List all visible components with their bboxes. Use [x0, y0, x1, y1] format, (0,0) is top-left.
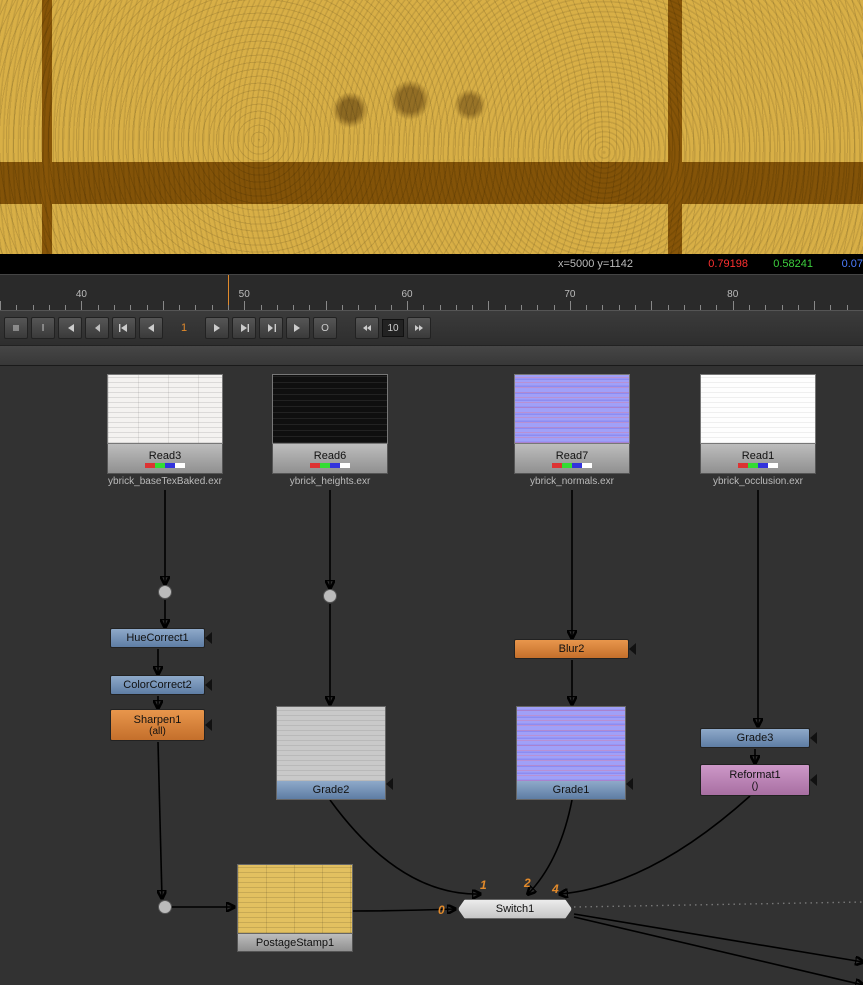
options-menu[interactable] — [4, 317, 28, 339]
node-thumb — [237, 864, 353, 934]
node-sublabel: () — [752, 781, 759, 792]
mask-input-icon[interactable] — [205, 632, 212, 644]
next-key-button[interactable] — [259, 317, 283, 339]
timeline[interactable]: 40 50 60 70 80 — [0, 274, 863, 310]
sharpen-node[interactable]: Sharpen1(all) — [110, 709, 205, 741]
pixel-r: 0.79198 — [708, 254, 748, 274]
viewer-info-bar: x=5000 y=1142 0.79198 0.58241 0.07 — [0, 254, 863, 274]
node-label: Sharpen1 — [134, 714, 182, 726]
node-thumb — [272, 374, 388, 444]
tick-label: 80 — [727, 289, 738, 300]
tick-label: 60 — [402, 289, 413, 300]
current-frame[interactable]: 1 — [166, 322, 202, 334]
node-thumb — [277, 707, 385, 781]
play-button[interactable] — [205, 317, 229, 339]
viewer-panel[interactable] — [0, 0, 863, 254]
play-back-button[interactable] — [139, 317, 163, 339]
skip-fwd-button[interactable] — [407, 317, 431, 339]
switch-port-label: 1 — [480, 878, 487, 892]
tick-label: 50 — [239, 289, 250, 300]
node-label: Blur2 — [559, 643, 585, 655]
read-node[interactable]: Read1 ybrick_occlusion.exr — [700, 374, 816, 487]
node-label: Switch1 — [496, 903, 535, 915]
node-label: Grade3 — [737, 732, 774, 744]
grade1-node[interactable]: Grade1 — [516, 706, 626, 800]
switch-port-label: 2 — [524, 876, 531, 890]
skip-back-button[interactable] — [355, 317, 379, 339]
node-label: Read1 — [742, 450, 774, 462]
grade2-node[interactable]: Grade2 — [276, 706, 386, 800]
huecorrect-node[interactable]: HueCorrect1 — [110, 628, 205, 648]
dot-node[interactable] — [324, 590, 337, 603]
node-label: Read6 — [314, 450, 346, 462]
dot-node[interactable] — [159, 586, 172, 599]
mask-input-icon[interactable] — [626, 778, 633, 790]
switch-port-label: 0 — [438, 903, 445, 917]
tick-label: 70 — [564, 289, 575, 300]
switch-port-label: 4 — [552, 882, 559, 896]
inpoint-button[interactable]: I — [31, 317, 55, 339]
read-node[interactable]: Read3 ybrick_baseTexBaked.exr — [107, 374, 223, 487]
prev-key-button[interactable] — [85, 317, 109, 339]
node-label: Reformat1 — [729, 769, 780, 781]
node-label: Read3 — [149, 450, 181, 462]
mask-input-icon[interactable] — [810, 732, 817, 744]
node-thumb — [700, 374, 816, 444]
node-filename: ybrick_occlusion.exr — [700, 476, 816, 487]
step-back-button[interactable] — [112, 317, 136, 339]
playback-bar: I 1 O — [0, 310, 863, 346]
mask-input-icon[interactable] — [629, 643, 636, 655]
mask-input-icon[interactable] — [205, 679, 212, 691]
read-node[interactable]: Read6 ybrick_heights.exr — [272, 374, 388, 487]
step-fwd-button[interactable] — [232, 317, 256, 339]
mask-input-icon[interactable] — [810, 774, 817, 786]
first-frame-button[interactable] — [58, 317, 82, 339]
node-label: Read7 — [556, 450, 588, 462]
pixel-b: 0.07 — [842, 254, 863, 274]
mask-input-icon[interactable] — [386, 778, 393, 790]
node-sublabel: (all) — [149, 726, 166, 737]
panel-separator[interactable] — [0, 346, 863, 366]
reformat-node[interactable]: Reformat1() — [700, 764, 810, 796]
node-filename: ybrick_normals.exr — [514, 476, 630, 487]
read-node[interactable]: Read7 ybrick_normals.exr — [514, 374, 630, 487]
viewer-image — [0, 0, 863, 254]
postagestamp-node[interactable]: PostageStamp1 — [237, 864, 353, 952]
node-label: Grade1 — [553, 784, 590, 796]
node-thumb — [514, 374, 630, 444]
node-thumb — [107, 374, 223, 444]
outpoint-button[interactable]: O — [313, 317, 337, 339]
last-frame-button[interactable] — [286, 317, 310, 339]
node-filename: ybrick_baseTexBaked.exr — [107, 476, 223, 487]
colorcorrect-node[interactable]: ColorCorrect2 — [110, 675, 205, 695]
pixel-coord: x=5000 y=1142 — [558, 254, 633, 274]
tick-label: 40 — [76, 289, 87, 300]
node-thumb — [517, 707, 625, 781]
blur-node[interactable]: Blur2 — [514, 639, 629, 659]
pixel-g: 0.58241 — [773, 254, 813, 274]
dot-node[interactable] — [159, 901, 172, 914]
node-graph[interactable]: HueCorrect1 ColorCorrect2 Sharpen1(all) … — [0, 366, 863, 985]
frame-skip-input[interactable] — [382, 319, 404, 337]
grade3-node[interactable]: Grade3 — [700, 728, 810, 748]
switch-node[interactable]: Switch1 — [458, 899, 572, 919]
mask-input-icon[interactable] — [205, 719, 212, 731]
node-filename: ybrick_heights.exr — [272, 476, 388, 487]
node-label: Grade2 — [313, 784, 350, 796]
